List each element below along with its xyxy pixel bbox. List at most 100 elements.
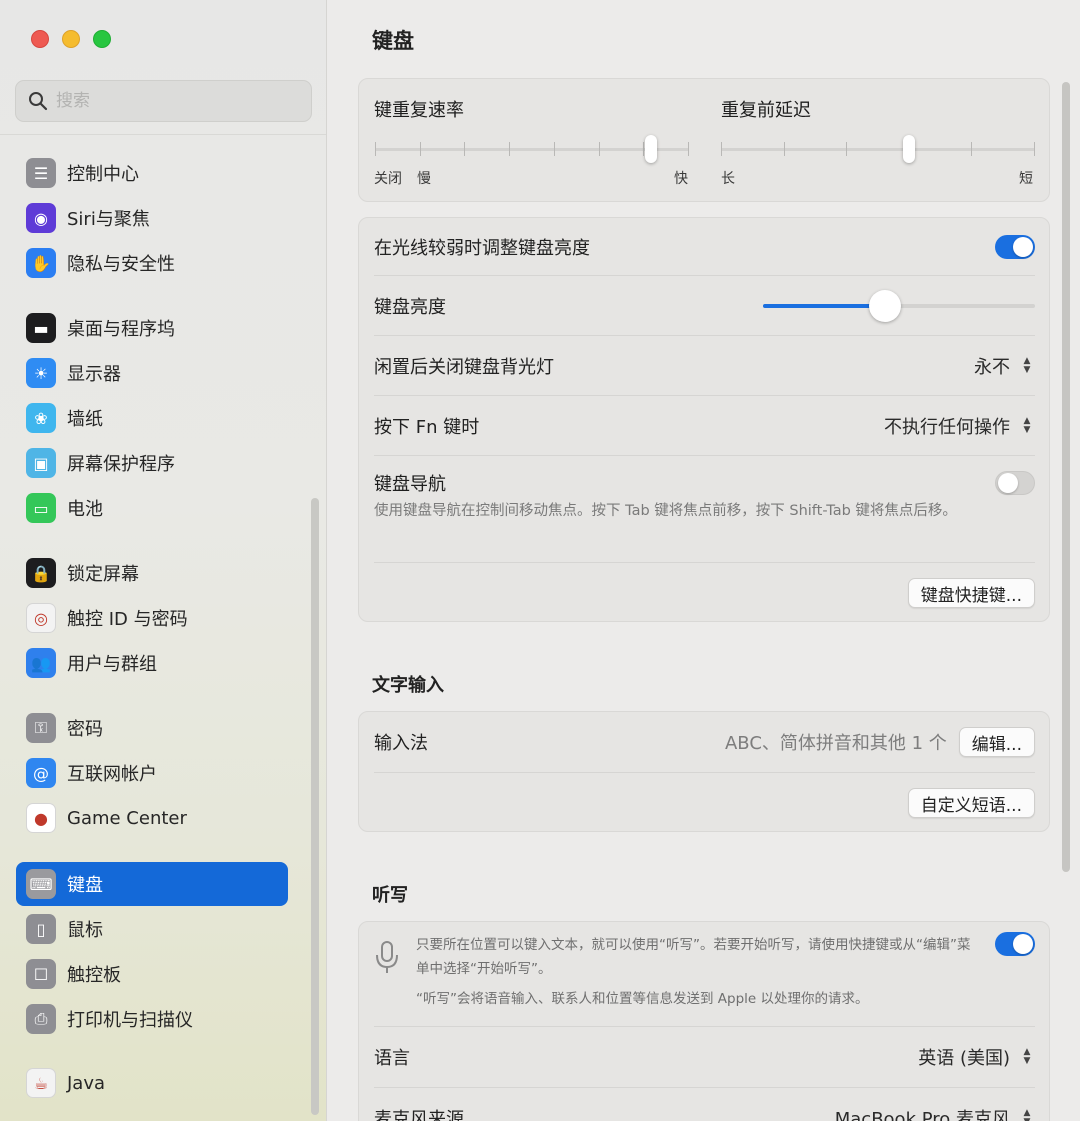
dock-icon: ▬	[26, 313, 56, 343]
sidebar-item-battery[interactable]: ▭ 电池	[16, 486, 288, 530]
language-row: 语言 英语 (美国) ▲ ▼	[359, 1027, 1049, 1087]
repeat-rate-thumb[interactable]	[645, 135, 657, 163]
sidebar-item-label: 打印机与扫描仪	[67, 1010, 193, 1031]
language-label: 语言	[374, 1048, 410, 1069]
sidebar-item-siri[interactable]: ◉ Siri与聚焦	[16, 196, 288, 240]
repeat-delay-thumb[interactable]	[903, 135, 915, 163]
battery-icon: ▭	[26, 493, 56, 523]
close-window-button[interactable]	[31, 30, 49, 48]
sidebar-item-screensaver[interactable]: ▣ 屏幕保护程序	[16, 441, 288, 485]
main-scrollbar[interactable]	[1062, 82, 1070, 872]
input-method-value-group: ABC、简体拼音和其他 1 个 编辑...	[725, 727, 1035, 757]
auto-brightness-label: 在光线较弱时调整键盘亮度	[374, 237, 590, 259]
sidebar-item-hand[interactable]: ✋ 隐私与安全性	[16, 241, 288, 285]
mic-source-label: 麦克风来源	[374, 1109, 464, 1121]
at-icon: @	[26, 758, 56, 788]
sidebar-item-label: 墙纸	[67, 409, 103, 430]
backlight-off-value: 永不	[974, 356, 1010, 378]
sidebar-item-fingerprint[interactable]: ◎ 触控 ID 与密码	[16, 596, 288, 640]
sidebar-item-keyboard[interactable]: ⌨ 键盘	[16, 862, 288, 906]
brightness-label: 键盘亮度	[374, 296, 446, 318]
sidebar-item-label: 用户与群组	[67, 654, 157, 675]
keyboard-icon: ⌨	[26, 869, 56, 899]
users-icon: 👥	[26, 648, 56, 678]
backlight-off-label: 闲置后关闭键盘背光灯	[374, 356, 554, 378]
mic-source-popup[interactable]: MacBook Pro 麦克风 ▲▼	[835, 1105, 1035, 1121]
chevron-updown-icon: ▲▼	[1023, 1047, 1031, 1066]
minimize-window-button[interactable]	[62, 30, 80, 48]
sidebar-item-key[interactable]: ⚿ 密码	[16, 706, 288, 750]
keyboard-nav-label: 键盘导航	[374, 474, 446, 495]
search-input[interactable]	[56, 91, 286, 111]
flower-icon: ❀	[26, 403, 56, 433]
sidebar-item-dock[interactable]: ▬ 桌面与程序坞	[16, 306, 288, 350]
sidebar-item-label: 锁定屏幕	[67, 564, 139, 585]
sidebar-item-printer[interactable]: ⎙ 打印机与扫描仪	[16, 997, 288, 1041]
sidebar: ☰ 控制中心 ◉ Siri与聚焦 ✋ 隐私与安全性 ▬ 桌面与程序坞 ☀ 显示器 ❀ 墙纸 ▣ 屏幕保护程…	[0, 0, 327, 1121]
main-panel: 键盘 键重复速率 重复前延迟 关闭 慢 快 长 短 在光线较弱时调整键盘亮度 键…	[328, 0, 1080, 1121]
printer-icon: ⎙	[26, 1004, 56, 1034]
fn-key-value: 不执行任何操作	[884, 416, 1010, 438]
sidebar-scrollbar[interactable]	[311, 498, 319, 1115]
chevron-updown-icon: ▲▼	[1023, 1108, 1031, 1121]
language-popup[interactable]: 英语 (美国) ▲ ▼	[918, 1044, 1035, 1070]
dictation-privacy-note: “听写”会将语音输入、联系人和位置等信息发送到 Apple 以处理你的请求。	[416, 991, 869, 1007]
backlight-off-row: 闲置后关闭键盘背光灯 永不 ▲ ▼	[359, 336, 1049, 395]
brightness-slider[interactable]	[763, 289, 1035, 322]
fn-key-label: 按下 Fn 键时	[374, 416, 480, 438]
dictation-card: 只要所在位置可以键入文本，就可以使用“听写”。若要开始听写，请使用快捷键或从“编…	[358, 921, 1050, 1121]
sidebar-item-lock[interactable]: 🔒 锁定屏幕	[16, 551, 288, 595]
sidebar-item-label: Java	[67, 1072, 106, 1094]
custom-phrases-button[interactable]: 自定义短语...	[907, 788, 1035, 818]
keyboard-nav-toggle[interactable]	[995, 471, 1035, 495]
delay-short-label: 短	[1019, 171, 1033, 187]
java-icon: ☕	[26, 1068, 56, 1098]
key-icon: ⚿	[26, 713, 56, 743]
edit-input-methods-button[interactable]: 编辑...	[958, 727, 1035, 757]
game-center-icon: ●	[26, 803, 56, 833]
sidebar-item-java[interactable]: ☕ Java	[16, 1061, 288, 1105]
sidebar-item-at[interactable]: @ 互联网帐户	[16, 751, 288, 795]
sidebar-item-label: 控制中心	[67, 164, 139, 185]
chevron-updown-icon: ▲▼	[1023, 415, 1031, 435]
keyboard-shortcuts-button[interactable]: 键盘快捷键...	[907, 578, 1035, 608]
dictation-toggle[interactable]	[995, 932, 1035, 956]
auto-brightness-toggle[interactable]	[995, 234, 1035, 259]
input-method-label: 输入法	[374, 733, 428, 754]
sidebar-item-sun[interactable]: ☀ 显示器	[16, 351, 288, 395]
brightness-thumb[interactable]	[869, 289, 901, 322]
siri-icon: ◉	[26, 203, 56, 233]
sidebar-item-users[interactable]: 👥 用户与群组	[16, 641, 288, 685]
sidebar-item-label: 键盘	[67, 875, 103, 896]
search-field[interactable]	[15, 80, 312, 122]
dictation-description: 只要所在位置可以键入文本，就可以使用“听写”。若要开始听写，请使用快捷键或从“编…	[416, 937, 971, 977]
sidebar-item-label: 桌面与程序坞	[67, 319, 175, 340]
rate-fast-label: 快	[674, 171, 688, 187]
fn-key-popup[interactable]: 不执行任何操作 ▲ ▼	[884, 413, 1035, 439]
sidebar-item-label: Siri与聚焦	[67, 209, 150, 230]
sidebar-item-control-center[interactable]: ☰ 控制中心	[16, 151, 288, 195]
chevron-updown-icon: ▲▼	[1023, 355, 1031, 375]
rate-off-label: 关闭	[374, 171, 402, 187]
input-method-row: 输入法 ABC、简体拼音和其他 1 个 编辑...	[359, 712, 1049, 772]
repeat-delay-slider[interactable]	[721, 135, 1035, 163]
dictation-section-title: 听写	[372, 885, 408, 906]
sidebar-item-label: 鼠标	[67, 920, 103, 941]
fn-key-row: 按下 Fn 键时 不执行任何操作 ▲ ▼	[359, 396, 1049, 455]
sidebar-item-label: 密码	[67, 719, 103, 740]
text-input-card: 输入法 ABC、简体拼音和其他 1 个 编辑... 自定义短语...	[358, 711, 1050, 832]
sidebar-item-flower[interactable]: ❀ 墙纸	[16, 396, 288, 440]
sidebar-item-game-center[interactable]: ● Game Center	[16, 796, 288, 840]
repeat-rate-slider[interactable]	[375, 135, 689, 163]
repeat-delay-label: 重复前延迟	[721, 100, 811, 121]
sidebar-item-mouse[interactable]: ▯ 鼠标	[16, 907, 288, 951]
trackpad-icon: ☐	[26, 959, 56, 989]
maximize-window-button[interactable]	[93, 30, 111, 48]
backlight-off-popup[interactable]: 永不 ▲ ▼	[974, 353, 1035, 379]
sidebar-item-trackpad[interactable]: ☐ 触控板	[16, 952, 288, 996]
sidebar-item-label: 触控板	[67, 965, 121, 986]
hand-icon: ✋	[26, 248, 56, 278]
repeat-rate-label: 键重复速率	[374, 100, 464, 121]
brightness-row: 键盘亮度	[359, 276, 1049, 335]
sidebar-item-label: Game Center	[67, 807, 187, 829]
